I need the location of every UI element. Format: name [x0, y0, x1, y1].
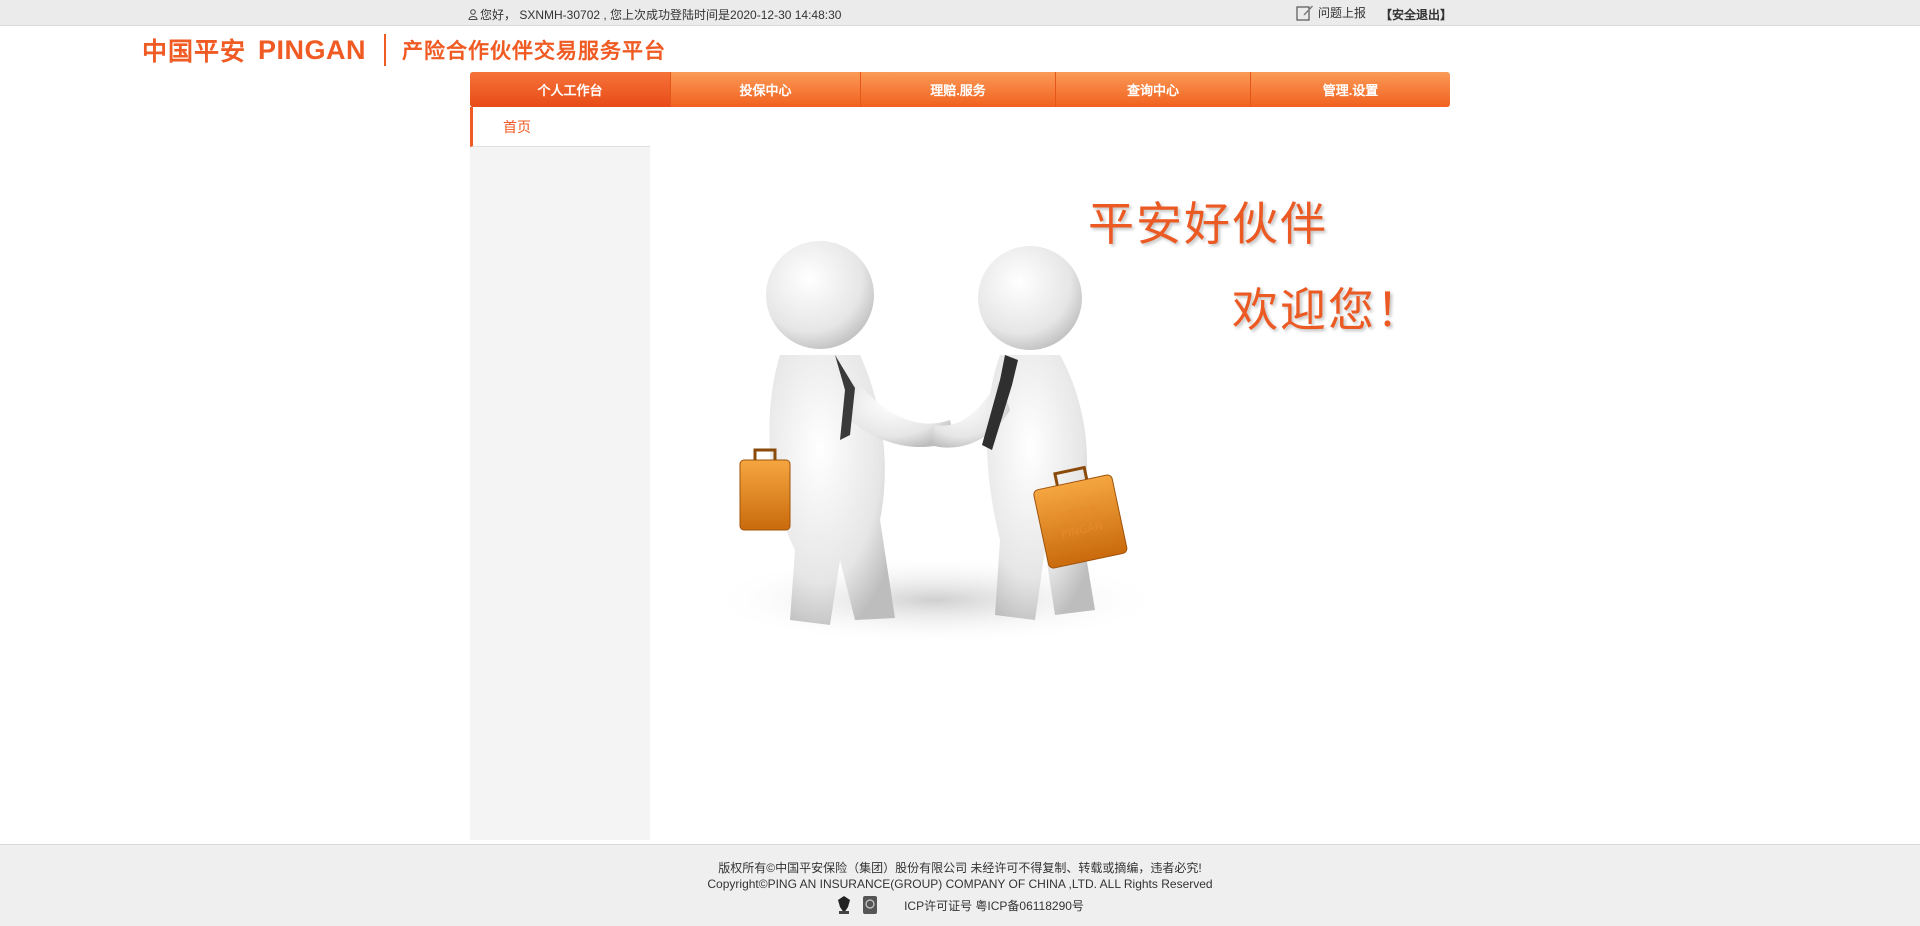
copyright-cn: 版权所有©中国平安保险（集团）股份有限公司 未经许可不得复制、转载或摘编，违者必… [718, 861, 1202, 875]
greeting: 您好， SXNMH-30702 , 您上次成功登陆时间是2020-12-30 1… [468, 6, 841, 23]
tab-query-center[interactable]: 查询中心 [1056, 72, 1251, 107]
main-nav: 个人工作台 投保中心 理赔.服务 查询中心 管理.设置 [470, 72, 1450, 107]
greeting-text: 您好， SXNMH-30702 , 您上次成功登陆时间是2020-12-30 1… [480, 8, 842, 22]
user-icon [468, 9, 478, 20]
logo-divider [384, 34, 387, 66]
logo-cn: 中国平安 [142, 38, 247, 66]
pingan-logo: 中国平安 PINGAN 产险合作伙伴交易服务平台 [142, 34, 666, 66]
edit-icon [1296, 5, 1313, 21]
tab-insure-center[interactable]: 投保中心 [671, 72, 861, 107]
icp-license[interactable]: ICP许可证号 粤ICP备06118290号 [904, 897, 1084, 914]
footer: 版权所有©中国平安保险（集团）股份有限公司 未经许可不得复制、转载或摘编，违者必… [0, 844, 1920, 926]
logout-link[interactable]: 【安全退出】 [1380, 6, 1452, 23]
police-badge-icon[interactable] [836, 895, 852, 915]
welcome-slogan-line2: 欢迎您！ [1232, 283, 1424, 337]
tab-workbench[interactable]: 个人工作台 [470, 72, 671, 107]
sidebar: 首页 [470, 107, 650, 840]
credit-seal-icon[interactable] [862, 895, 878, 915]
report-issue-link[interactable]: 问题上报 [1296, 4, 1366, 21]
tab-claims-service[interactable]: 理赔.服务 [861, 72, 1056, 107]
handshake-illustration: 中国平安 PINGAN [705, 241, 1165, 640]
report-label: 问题上报 [1318, 6, 1367, 20]
platform-title: 产险合作伙伴交易服务平台 [402, 40, 667, 63]
icp-row: ICP许可证号 粤ICP备06118290号 [0, 895, 1920, 915]
copyright-en: Copyright©PING AN INSURANCE(GROUP) COMPA… [707, 877, 1213, 891]
sidebar-item-home[interactable]: 首页 [470, 107, 650, 147]
logo-en: PINGAN [258, 34, 367, 65]
welcome-slogan-line1: 平安好伙伴 [1088, 197, 1328, 251]
tab-management-settings[interactable]: 管理.设置 [1251, 72, 1450, 107]
top-bar: 您好， SXNMH-30702 , 您上次成功登陆时间是2020-12-30 1… [0, 0, 1920, 26]
